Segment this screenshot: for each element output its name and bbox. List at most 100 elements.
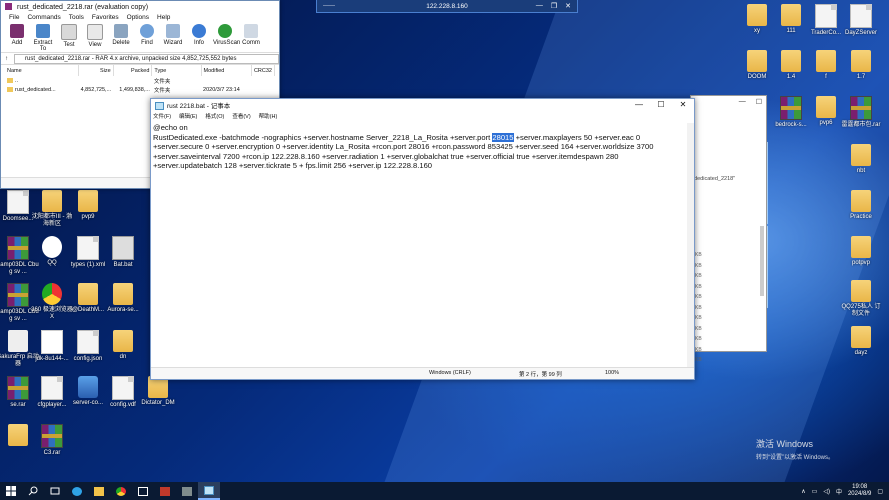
archive-file-table: Name Size Packed Type Modified CRC32 .. …: [5, 65, 276, 94]
notepad-menubar: 文件(F) 编辑(E) 格式(O) 查看(V) 帮助(H): [151, 111, 694, 121]
notification-icon[interactable]: ▢: [877, 488, 883, 495]
edge-taskbar-button[interactable]: [66, 482, 88, 500]
scrollbar[interactable]: [760, 226, 764, 296]
desktop-icon[interactable]: Practice: [839, 190, 883, 221]
desktop-icon[interactable]: dn: [101, 330, 145, 361]
virusscan-button[interactable]: VirusScan: [213, 22, 240, 46]
delete-button[interactable]: Delete: [109, 22, 133, 46]
menu-view[interactable]: 查看(V): [232, 112, 250, 120]
winrar-titlebar[interactable]: rust_dedicated_2218.rar (evaluation copy…: [1, 1, 279, 13]
view-button[interactable]: View: [83, 22, 107, 48]
zoom-status: 100%: [605, 370, 620, 376]
wizard-button[interactable]: Wizard: [161, 22, 185, 46]
notepad-title: rust 2218.bat - 记事本: [167, 103, 231, 110]
window-icon: [138, 486, 148, 496]
col-type[interactable]: Type: [151, 65, 202, 76]
menu-format[interactable]: 格式(O): [205, 112, 224, 120]
row-size: 4,852,725,...: [80, 86, 112, 93]
notepad-taskbar-button[interactable]: [198, 482, 220, 500]
background-explorer-window[interactable]: — ☐ _dedicated_2218" KB KB KB KB KB KB KB KB KB K…: [690, 95, 767, 363]
app-taskbar-button[interactable]: [132, 482, 154, 500]
col-modified[interactable]: Modified: [201, 65, 252, 76]
minimize-icon[interactable]: —: [739, 98, 746, 106]
test-icon: [61, 24, 77, 40]
menu-tools[interactable]: Tools: [69, 14, 84, 21]
menu-commands[interactable]: Commands: [27, 14, 60, 21]
app-taskbar-button[interactable]: [154, 482, 176, 500]
table-row[interactable]: rust_dedicated... 4,852,725,... 1,499,83…: [5, 85, 275, 94]
desktop-icon[interactable]: DayZServer: [839, 4, 883, 37]
desktop-icon[interactable]: Dictator_DM: [136, 376, 180, 407]
winrar-title: rust_dedicated_2218.rar (evaluation copy…: [17, 3, 149, 11]
folder-icon: [816, 96, 836, 118]
desktop-icon[interactable]: C3.rar: [30, 424, 74, 457]
archive-path[interactable]: rust_dedicated_2218.rar - RAR 4.x archiv…: [14, 53, 279, 64]
desktop-icon[interactable]: dayz: [839, 326, 883, 357]
maximize-icon[interactable]: ☐: [756, 98, 762, 106]
volume-icon[interactable]: ◁): [823, 488, 830, 495]
chevron-up-icon[interactable]: ∧: [801, 488, 805, 495]
rdp-close-icon[interactable]: ✕: [565, 2, 571, 10]
desktop-icon[interactable]: Bat.bat: [101, 236, 145, 269]
desktop-icon[interactable]: 1.7: [839, 50, 883, 81]
desktop-icon[interactable]: Aurora-se...: [101, 283, 145, 314]
notepad-window[interactable]: rust 2218.bat - 记事本 — ☐ ✕ 文件(F) 编辑(E) 格式…: [150, 98, 695, 380]
menu-favorites[interactable]: Favorites: [92, 14, 119, 21]
up-arrow-icon[interactable]: ↑: [5, 56, 8, 62]
menu-options[interactable]: Options: [127, 14, 149, 21]
desktop-icon[interactable]: nbt: [839, 144, 883, 175]
minimize-button[interactable]: —: [628, 99, 650, 111]
app-icon: [160, 486, 170, 496]
notepad-text-area[interactable]: @echo on RustDedicated.exe -batchmode -no…: [153, 123, 686, 367]
col-size[interactable]: Size: [78, 65, 114, 76]
app-taskbar-button[interactable]: [176, 482, 198, 500]
desktop-icon-label: C3.rar: [43, 450, 61, 456]
col-crc32[interactable]: CRC32: [251, 65, 276, 76]
rar-icon: [850, 96, 872, 120]
task-view-button[interactable]: [44, 482, 66, 500]
comment-icon: [244, 24, 258, 38]
ime-indicator[interactable]: 中: [836, 487, 842, 496]
menu-help[interactable]: Help: [157, 14, 170, 21]
start-button[interactable]: [0, 482, 22, 500]
selected-text: 28015: [492, 132, 514, 142]
search-button[interactable]: [22, 482, 44, 500]
menu-file[interactable]: 文件(F): [153, 112, 171, 120]
desktop-icon[interactable]: QQ275私人 订制文件: [839, 280, 883, 318]
row-type: 文件夹: [153, 78, 171, 85]
col-packed[interactable]: Packed: [113, 65, 153, 76]
add-button[interactable]: Add: [5, 22, 29, 46]
vertical-scrollbar[interactable]: [687, 123, 694, 367]
rdp-restore-icon[interactable]: ❐: [551, 2, 557, 10]
desktop-icon[interactable]: potpvp: [839, 236, 883, 267]
table-row[interactable]: .. 文件夹: [5, 76, 275, 85]
find-button[interactable]: Find: [135, 22, 159, 46]
row-name-text: rust_dedicated...: [15, 86, 56, 93]
watermark-title: 激活 Windows: [756, 439, 814, 449]
desktop-icon-label: pvp9: [81, 214, 95, 220]
desktop-icon[interactable]: pvp9: [66, 190, 110, 221]
comment-button[interactable]: Comm: [239, 22, 263, 46]
desktop-icon[interactable]: 雷霆都市包.rar: [839, 96, 883, 129]
menu-edit[interactable]: 编辑(E): [179, 112, 197, 120]
notepad-icon: [204, 485, 214, 495]
info-button[interactable]: Info: [187, 22, 211, 46]
maximize-button[interactable]: ☐: [650, 99, 672, 111]
chrome-360-taskbar-button[interactable]: [110, 482, 132, 500]
pin-icon[interactable]: ——: [323, 3, 335, 9]
test-button[interactable]: Test: [57, 22, 81, 48]
remote-desktop-bar[interactable]: —— 122.228.8.160 — ❐ ✕: [316, 0, 578, 13]
view-icon: [87, 24, 103, 40]
rdp-minimize-icon[interactable]: —: [536, 2, 543, 10]
notepad-titlebar[interactable]: rust 2218.bat - 记事本 — ☐ ✕: [151, 99, 694, 111]
test-label: Test: [63, 42, 75, 48]
col-name[interactable]: Name: [5, 65, 79, 76]
clock[interactable]: 19:08 2024/8/9: [848, 484, 871, 498]
menu-help[interactable]: 帮助(H): [259, 112, 278, 120]
network-icon[interactable]: ▭: [812, 488, 818, 495]
file-explorer-taskbar-button[interactable]: [88, 482, 110, 500]
menu-file[interactable]: File: [9, 14, 19, 21]
extract-to-button[interactable]: Extract To: [31, 22, 55, 52]
close-button[interactable]: ✕: [672, 99, 694, 111]
row-modified: [201, 76, 251, 85]
